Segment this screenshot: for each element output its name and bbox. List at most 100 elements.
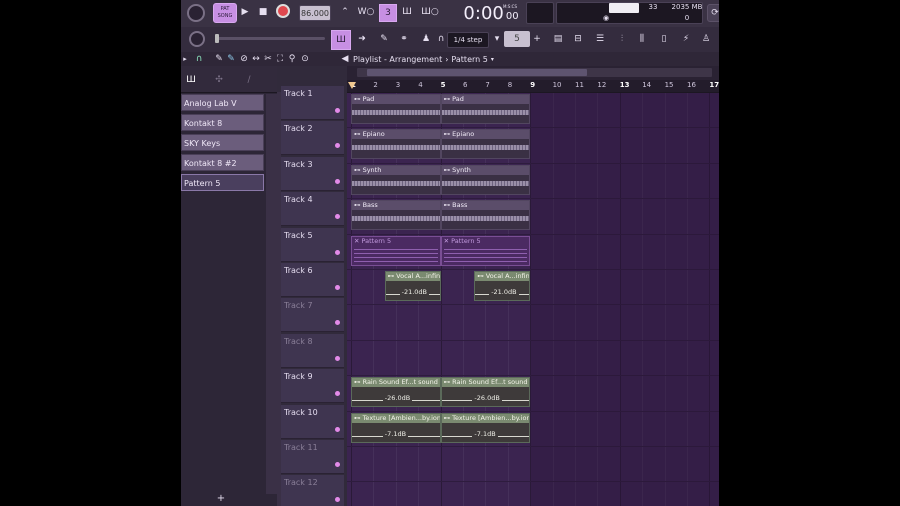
track-header-4[interactable]: Track 4 [281,192,344,227]
clip-epiano[interactable]: ⊷ Epiano [351,129,441,160]
track-header-2[interactable]: Track 2 [281,121,344,156]
track-header-11[interactable]: Track 11 [281,440,344,474]
pattern-dropdown-icon[interactable]: ▾ [491,56,494,63]
track-header-12[interactable]: Track 12 [281,475,344,506]
automation-icon[interactable]: ∕ [243,74,255,86]
link-icon[interactable]: ⚭ [395,30,413,48]
clip-texture-automation[interactable]: ⊷ Texture [Ambien...by.ionfinite -7.1dB [351,412,441,443]
clip-texture-automation[interactable]: ⊷ Texture [Ambien...by.ionfinite -7.1dB [440,412,531,443]
track-header-7[interactable]: Track 7 [281,298,344,333]
picker-item-kontakt-8[interactable]: Kontakt 8 [181,114,264,131]
mute-icon[interactable]: ↔ [251,53,261,65]
track-mute-led[interactable] [335,462,340,467]
wait-icon[interactable]: W○ [357,4,375,20]
brush-tool-icon[interactable]: ✎ [375,30,393,48]
track-header-6[interactable]: Track 6 [281,263,344,297]
picker-item-pattern-5[interactable]: Pattern 5 [181,174,264,191]
track-mute-led[interactable] [335,497,340,503]
step-sequencer-icon[interactable]: ☰ [591,30,609,48]
clip-pad[interactable]: ⊷ Pad [440,94,531,124]
zoom-icon[interactable]: ⚲ [287,53,297,65]
audio-icon[interactable]: ✣ [213,74,225,86]
track-header-8[interactable]: Track 8 [281,333,344,368]
master-volume-slider[interactable] [215,34,325,43]
menu-arrow-icon[interactable]: ▸ [181,53,189,65]
paint-icon[interactable]: ✎ [214,53,224,65]
record-button[interactable] [276,4,290,18]
track-mute-led[interactable] [335,355,340,361]
clip-pad[interactable]: ⊷ Pad [351,94,441,124]
step-decrease-icon[interactable]: ▾ [492,32,502,46]
metronome-icon[interactable]: ⌃ [336,4,354,20]
stop-button[interactable]: ■ [256,5,270,19]
clip-synth[interactable]: ⊷ Synth [351,164,441,195]
track-header-5[interactable]: Track 5 [281,227,344,262]
track-header-1[interactable]: Track 1 [281,86,344,120]
mixer-icon[interactable]: ⫶ [613,30,631,48]
overview-scrollbar[interactable] [357,68,712,77]
blend-notes-icon[interactable]: Ш○ [421,4,439,20]
slider-thumb[interactable] [215,34,219,43]
track-mute-led[interactable] [335,178,340,184]
piano-roll-icon[interactable]: Ш [331,30,351,50]
track-mute-led[interactable] [335,391,340,397]
online-icon[interactable]: ⟳ [707,4,719,22]
stamp-icon[interactable]: ♟ [417,30,435,48]
track-header-9[interactable]: Track 9 [281,369,344,404]
pat-song-toggle[interactable]: PAT SONG [213,3,237,23]
delete-icon[interactable]: ⊘ [239,53,249,65]
clip-bass[interactable]: ⊷ Bass [440,200,531,231]
slip-icon[interactable]: ✂ [263,53,273,65]
piano-icon[interactable]: Ш [185,74,197,86]
track-mute-led[interactable] [335,108,340,113]
clip-pattern-5[interactable]: ✕ Pattern 5 [440,235,531,266]
master-pitch-knob[interactable] [189,31,205,47]
master-volume-knob[interactable] [187,4,205,22]
arrow-tool-icon[interactable]: ➜ [353,30,371,48]
clip-vocal-automation[interactable]: ⊷ Vocal A...infinite) -21.0dB [474,271,531,301]
track-mute-led[interactable] [335,285,340,290]
track-mute-led[interactable] [335,143,340,149]
timeline-ruler[interactable]: 1 2 3 4 5 6 7 8 9 10 11 12 13 14 15 16 17 [347,80,719,93]
clip-synth[interactable]: ⊷ Synth [440,164,531,195]
playlist-window-icon[interactable]: ▤ [549,30,567,48]
loop-record-icon[interactable]: Ш [398,4,416,20]
clip-bass[interactable]: ⊷ Bass [351,200,441,231]
picker-item-sky-keys[interactable]: SKY Keys [181,134,264,151]
clip-rain-automation[interactable]: ⊷ Rain Sound Ef...t sound Effect -26.0dB [351,377,441,408]
plugin-icon[interactable]: ⚡ [677,30,695,48]
magnet-icon[interactable]: ∩ [193,53,205,65]
track-mute-led[interactable] [335,320,340,326]
clip-pattern-5[interactable]: ✕ Pattern 5 [351,235,441,266]
picker-scrollbar[interactable] [266,94,277,494]
speaker-icon[interactable]: ◀ [339,53,351,65]
overview-thumb[interactable] [367,69,587,76]
clip-rain-automation[interactable]: ⊷ Rain Sound Ef...t sound Effect -26.0dB [440,377,531,408]
playlist-grid[interactable]: ⊷ Pad ⊷ Pad ⊷ Epiano ⊷ Epiano ⊷ Synth ⊷ Synth… [347,80,719,506]
track-mute-led[interactable] [335,214,340,220]
track-header-3[interactable]: Track 3 [281,156,344,191]
picker-item-analog-lab[interactable]: Analog Lab V [181,94,264,111]
fader-icon[interactable]: ⫼ [633,30,651,48]
picker-item-kontakt-8-2[interactable]: Kontakt 8 #2 [181,154,264,171]
magnet-icon[interactable]: ∩ [436,32,446,46]
clip-epiano[interactable]: ⊷ Epiano [440,129,531,160]
countdown-icon[interactable]: 3 [379,4,397,22]
track-header-10[interactable]: Track 10 [281,404,344,439]
play-button[interactable]: ▶ [238,5,252,19]
add-button[interactable]: + [215,492,227,504]
clip-vocal-automation[interactable]: ⊷ Vocal A...infinite) -21.0dB [384,271,441,301]
step-value[interactable]: 5 [504,31,530,47]
track-mute-led[interactable] [335,426,340,432]
user-icon[interactable]: ♙ [697,30,715,48]
select-icon[interactable]: ⛶ [275,53,285,65]
playhead-marker[interactable] [348,82,356,89]
current-pattern[interactable]: Pattern 5 [451,55,487,64]
playback-icon[interactable]: ⊙ [300,53,310,65]
browser-icon[interactable]: ▯ [655,30,673,48]
step-increase-icon[interactable]: + [532,32,542,46]
track-mute-led[interactable] [335,249,340,255]
channel-rack-icon[interactable]: ⊟ [569,30,587,48]
snap-select[interactable]: 1/4 step [447,32,489,48]
paint-drops-icon[interactable]: ✎ [226,53,236,65]
